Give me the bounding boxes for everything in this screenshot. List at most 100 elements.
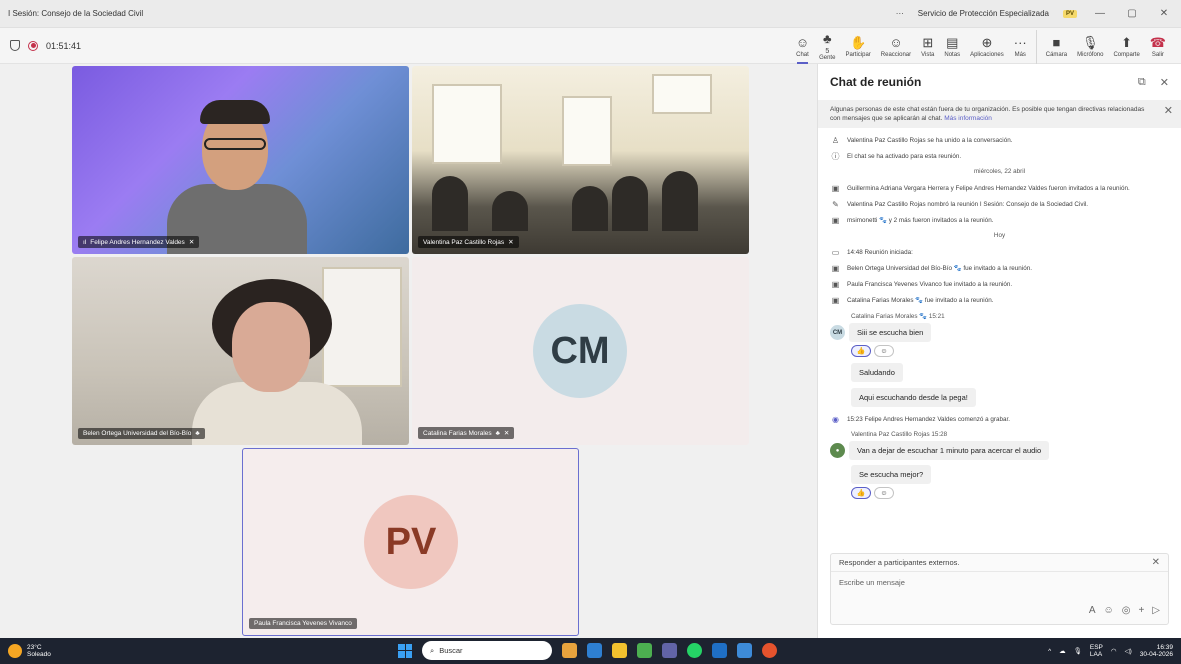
event-icon: ▭ (831, 248, 840, 257)
windows-start-icon[interactable] (398, 643, 412, 658)
format-icon[interactable]: A (1089, 605, 1096, 616)
clock[interactable]: 16:39 30-04-2026 (1140, 644, 1173, 658)
add-reaction-icon[interactable]: ☺ (874, 487, 894, 499)
chat-title: Chat de reunión (830, 75, 922, 89)
close-window-button[interactable]: ✕ (1155, 8, 1173, 19)
message-input[interactable]: Escribe un mensaje (831, 572, 1168, 593)
system-tray: ^ ☁ 🎙 ESP LAA ◠ ◁) 16:39 30-04-2026 (1048, 644, 1173, 658)
avatar: ● (830, 443, 845, 458)
close-icon[interactable]: ✕ (1152, 557, 1160, 568)
like-reaction[interactable]: 👍 (851, 345, 871, 357)
toolbar-raise-hand-button[interactable]: ✋ Participar (840, 30, 875, 64)
more-options-icon[interactable]: ··· (896, 9, 904, 18)
popout-icon[interactable]: ⧉ (1138, 76, 1146, 89)
video-tile-belen[interactable]: Belen Ortega Universidad del Bío-Bío ♣ (72, 257, 409, 445)
word-icon[interactable] (712, 643, 727, 658)
toolbar-people-button[interactable]: ♣ 5 Gente (814, 30, 840, 64)
add-reaction-icon[interactable]: ☺ (874, 345, 894, 357)
system-event: ▣ msimonetti 🐾 y 2 más fueron invitados a… (830, 216, 1169, 225)
video-tile-valentina[interactable]: Valentina Paz Castillo Rojas ✕ (412, 66, 749, 254)
toolbar-label: Micrófono (1077, 51, 1104, 58)
toolbar-label: Vista (921, 51, 935, 58)
taskbar-search[interactable]: ⌕ Buscar (422, 641, 552, 660)
more-info-link[interactable]: Más información (944, 115, 992, 122)
nameplate: Belen Ortega Universidad del Bío-Bío ♣ (78, 428, 205, 439)
like-reaction[interactable]: 👍 (851, 487, 871, 499)
system-event: ▭ 14:48 Reunión iniciada: (830, 248, 1169, 257)
guest-icon: ♣ (195, 430, 200, 437)
send-icon[interactable]: ▷ (1152, 605, 1160, 616)
nameplate: Paula Francisca Yevenes Vivanco (249, 618, 357, 629)
toolbar-share-button[interactable]: ⬆ Comparte (1108, 30, 1144, 64)
event-text: msimonetti 🐾 y 2 más fueron invitados a … (847, 217, 994, 224)
toolbar-react-button[interactable]: ☺ Reaccionar (876, 30, 916, 64)
toolbar-notes-button[interactable]: ▤ Notas (939, 30, 965, 64)
close-icon[interactable]: ✕ (1160, 76, 1169, 89)
toolbar-more-button[interactable]: ··· Más (1009, 30, 1032, 64)
chrome-icon[interactable] (637, 643, 652, 658)
nameplate: ıl Felipe Andres Hernandez Valdes ✕ (78, 236, 200, 248)
file-explorer-icon[interactable] (562, 643, 577, 658)
dismiss-notice-icon[interactable]: ✕ (1164, 106, 1173, 117)
event-icon: ▣ (831, 280, 840, 289)
toolbar-chat-button[interactable]: ☺ Chat (791, 30, 814, 64)
participant-video (422, 161, 737, 231)
chat-message[interactable]: Aqui escuchando desde la pega! (851, 388, 976, 407)
event-text: 14:48 Reunión iniciada: (847, 249, 913, 256)
avatar: PV (364, 495, 458, 589)
external-reply-banner: Responder a participantes externos. ✕ (831, 554, 1168, 572)
chat-message[interactable]: Se escucha mejor? (851, 465, 932, 484)
system-event: ▣ Catalina Farias Morales 🐾 fue invitado … (830, 296, 1169, 305)
event-text: Catalina Farias Morales 🐾 fue invitado a… (847, 297, 994, 304)
edge-icon[interactable] (587, 643, 602, 658)
toolbar-label: Salir (1151, 51, 1164, 58)
muted-mic-icon: ✕ (508, 239, 514, 246)
store-icon[interactable] (737, 643, 752, 658)
volume-icon[interactable]: ◁) (1125, 648, 1132, 655)
recording-icon (28, 40, 38, 51)
system-event: ▣ Paula Francisca Yevenes Vivanco fue inv… (830, 280, 1169, 289)
toolbar-camera-button[interactable]: ■ Cámara (1035, 29, 1072, 64)
weather-widget[interactable]: 23°C Soleado (8, 644, 51, 658)
toolbar-leave-button[interactable]: ☎ Salir (1145, 30, 1171, 64)
video-tile-felipe[interactable]: ıl Felipe Andres Hernandez Valdes ✕ (72, 66, 409, 254)
attach-icon[interactable]: + (1138, 605, 1144, 616)
minimize-button[interactable]: — (1091, 8, 1109, 19)
chat-panel: Chat de reunión ⧉ ✕ Algunas personas de … (817, 64, 1181, 638)
chevron-up-icon[interactable]: ^ (1048, 648, 1051, 655)
toolbar-actions: ☺ Chat ♣ 5 Gente ✋ Participar ☺ Reaccionar ⊞ Vista… (791, 28, 1171, 64)
toolbar-label: Comparte (1113, 51, 1140, 58)
chat-message[interactable]: Van a dejar de escuchar 1 minuto para ac… (849, 441, 1050, 460)
toolbar-apps-button[interactable]: ⊕ Aplicaciones (965, 30, 1009, 64)
meeting-toolbar: 01:51:41 ☺ Chat ♣ 5 Gente ✋ Participar ☺ Reaccio… (0, 28, 1181, 64)
event-text: Valentina Paz Castillo Rojas se ha unido… (847, 137, 1013, 144)
folder-icon[interactable] (612, 643, 627, 658)
app-icon[interactable] (762, 643, 777, 658)
toolbar-label: Cámara (1045, 51, 1068, 58)
video-tile-catalina[interactable]: CM Catalina Farias Morales ♣ ✕ (412, 257, 749, 445)
profile-badge[interactable]: PV (1062, 9, 1077, 18)
event-text: Belen Ortega Universidad del Bío-Bío 🐾 f… (847, 265, 1032, 272)
restore-button[interactable]: ▢ (1123, 8, 1141, 19)
wifi-icon[interactable]: ◠ (1111, 648, 1117, 655)
chat-message[interactable]: Siii se escucha bien (849, 323, 932, 342)
toolbar-label: Notas (944, 51, 961, 58)
teams-icon[interactable] (662, 643, 677, 658)
muted-mic-icon: ✕ (188, 239, 195, 246)
leave-icon: ☎ (1149, 34, 1166, 50)
cloud-icon[interactable]: ☁ (1059, 648, 1066, 655)
loop-icon[interactable]: ◎ (1122, 605, 1131, 616)
mic-icon[interactable]: 🎙 (1074, 648, 1082, 655)
meeting-timer: 01:51:41 (46, 40, 82, 51)
video-tile-paula[interactable]: PV Paula Francisca Yevenes Vivanco (242, 448, 579, 636)
compose-box[interactable]: Responder a participantes externos. ✕ Es… (830, 553, 1169, 625)
chat-message[interactable]: Saludando (851, 363, 903, 382)
emoji-icon[interactable]: ☺ (1104, 605, 1114, 616)
toolbar-label: Más (1014, 51, 1026, 58)
whatsapp-icon[interactable] (687, 643, 702, 658)
toolbar-view-button[interactable]: ⊞ Vista (916, 30, 939, 64)
share-icon: ⬆ (1121, 34, 1133, 50)
event-text: Paula Francisca Yevenes Vivanco fue invi… (847, 281, 1013, 288)
event-icon: ▣ (831, 264, 840, 273)
toolbar-mic-button[interactable]: 🎙 Micrófono (1072, 30, 1108, 64)
